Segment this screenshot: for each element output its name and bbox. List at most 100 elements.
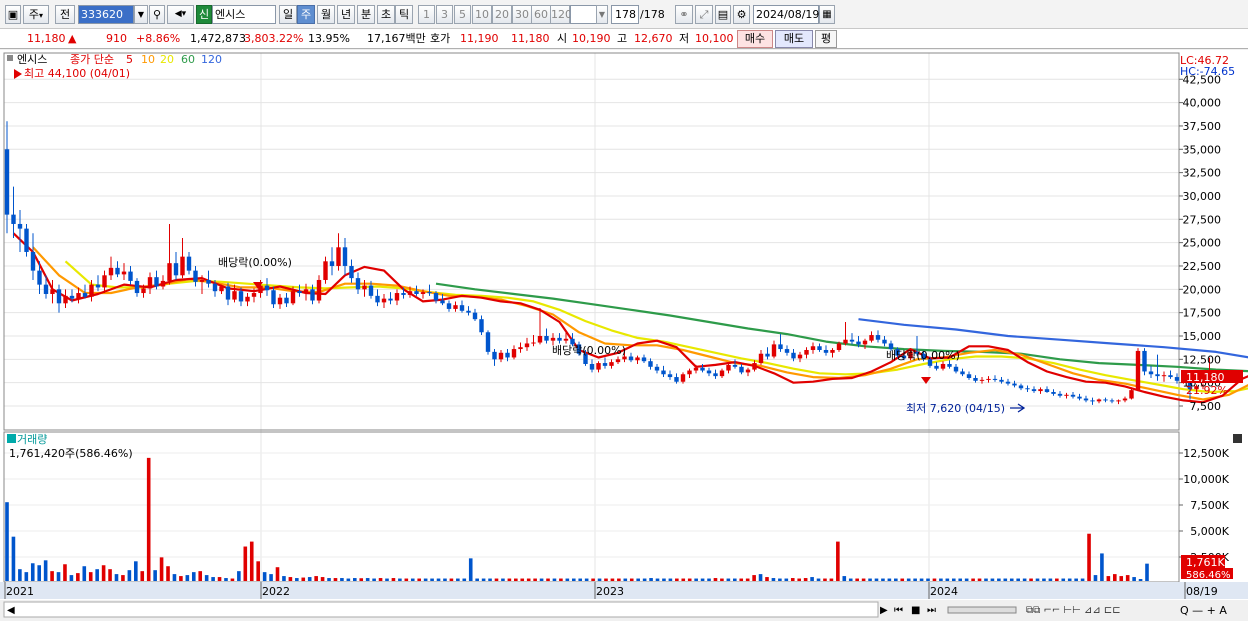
volume-bar: [507, 578, 512, 581]
count-input[interactable]: 178: [611, 5, 639, 24]
volume-bar: [571, 578, 576, 581]
layout-icons[interactable]: ⧉⧉ ⌐⌐ ⊢⊢ ⊿⊿ ⊏⊏: [1026, 605, 1121, 616]
ma-period-label: 10: [141, 53, 155, 66]
interval-tab[interactable]: 30: [512, 5, 532, 24]
volume-bar: [217, 577, 222, 581]
candle-body: [479, 319, 484, 333]
candle-body: [947, 363, 952, 367]
stock-code-input[interactable]: 333620: [78, 5, 134, 24]
volume-bar: [436, 578, 441, 581]
current-price-tag-text: 11,180: [1186, 371, 1225, 384]
interval-tab[interactable]: 3: [436, 5, 453, 24]
candle-body: [388, 298, 393, 301]
volume-bar: [1125, 575, 1130, 581]
gear-icon[interactable]: ⚙: [733, 5, 750, 24]
candle-body: [342, 247, 348, 266]
candle-body: [999, 379, 1004, 382]
scroll-first-icon[interactable]: ⏮: [894, 605, 903, 616]
price-axis: 7,50010,00012,50015,00017,50020,00022,50…: [1179, 73, 1221, 413]
volume-bar: [1022, 578, 1027, 581]
volume-bar: [919, 578, 924, 581]
volume-bar: [552, 578, 557, 581]
horizontal-scrollbar[interactable]: [3, 601, 879, 618]
prev-button[interactable]: 전: [55, 5, 75, 24]
volume-bar: [713, 578, 718, 581]
candle-body: [1155, 374, 1160, 377]
volume-bar: [1093, 575, 1098, 581]
speaker-icon[interactable]: ◀▾: [167, 5, 194, 24]
link-icon[interactable]: ⚭: [675, 5, 693, 24]
candle-body: [596, 363, 601, 370]
calendar-icon[interactable]: ▦: [819, 5, 835, 24]
ma-label: 종가 단순: [70, 53, 114, 66]
date-input[interactable]: 2024/08/19: [753, 5, 819, 24]
candle-body: [1090, 400, 1095, 402]
code-dropdown-icon[interactable]: ▼: [134, 5, 148, 24]
period-tab[interactable]: 일: [279, 5, 297, 24]
volume-bar: [655, 578, 660, 581]
interval-tab[interactable]: 5: [454, 5, 471, 24]
volume-panel-close-icon[interactable]: [1233, 434, 1242, 443]
candle-body: [102, 275, 107, 288]
blank-select-dropdown-icon[interactable]: ▼: [596, 5, 608, 24]
search-icon[interactable]: ⚲: [149, 5, 165, 24]
chart-canvas[interactable]: 7,50010,00012,50015,00017,50020,00022,50…: [0, 50, 1248, 621]
volume-bar: [282, 576, 286, 581]
volume-bar: [732, 578, 737, 581]
quote-strip: 11,180 ▲ 910 +8.86% 1,472,873 3,803.22% …: [0, 29, 1248, 49]
candle-body: [316, 279, 322, 301]
buy-button[interactable]: 매수: [737, 30, 773, 48]
period-tab[interactable]: 년: [337, 5, 355, 24]
up-arrow-icon: ▲: [68, 32, 77, 45]
candle-body: [134, 280, 140, 294]
period-tab[interactable]: 주: [297, 5, 315, 24]
interval-tab[interactable]: 10: [472, 5, 492, 24]
period-tab[interactable]: 분: [357, 5, 375, 24]
interval-tab[interactable]: 20: [492, 5, 512, 24]
market-select[interactable]: 주▾: [23, 5, 49, 24]
candle-body: [953, 366, 959, 372]
zoom-controls-icon[interactable]: Q — + A: [1180, 604, 1227, 617]
volume-bar: [37, 565, 42, 581]
volume-bar: [945, 578, 950, 581]
y-tick-label: 12,500: [1183, 353, 1222, 366]
volume-bar: [707, 578, 711, 581]
volume-bar: [288, 577, 293, 581]
volume-bar: [636, 578, 640, 581]
draw-icon[interactable]: ⤢: [695, 5, 713, 24]
stop-icon[interactable]: ■: [911, 605, 920, 616]
volume-bar: [797, 578, 802, 581]
candle-body: [290, 291, 296, 304]
volume-bar: [352, 578, 357, 581]
volume-bar: [997, 578, 1001, 581]
evaluate-button[interactable]: 평: [815, 30, 837, 48]
save-icon[interactable]: ▤: [715, 5, 731, 24]
period-tab[interactable]: 월: [317, 5, 335, 24]
candle-body: [492, 351, 497, 360]
volume-bar: [249, 541, 254, 581]
volume-bar: [514, 578, 518, 581]
candle-body: [141, 288, 146, 294]
sell-button[interactable]: 매도: [775, 30, 813, 48]
volume-bar: [307, 577, 312, 581]
period-tab[interactable]: 초: [377, 5, 395, 24]
scroll-left-icon[interactable]: ◀: [7, 605, 15, 616]
candle-body: [992, 378, 998, 380]
scroll-last-icon[interactable]: ⏭: [927, 605, 936, 616]
scroll-right-icon[interactable]: ▶: [880, 605, 888, 616]
pct-tag-text: 21.92%: [1186, 384, 1228, 397]
interval-tab[interactable]: 60: [531, 5, 551, 24]
ma-period-label: 120: [201, 53, 222, 66]
interval-tab[interactable]: 1: [418, 5, 435, 24]
window-menu-icon[interactable]: ▣: [5, 5, 21, 24]
interval-tab[interactable]: 120: [550, 5, 572, 24]
volume-bar: [861, 578, 866, 581]
candle-body: [1051, 391, 1056, 394]
zoom-slider[interactable]: [947, 606, 1017, 614]
volume-bar: [82, 566, 87, 581]
candle-body: [836, 343, 842, 350]
period-tab[interactable]: 틱: [395, 5, 413, 24]
stock-name-field[interactable]: 엔시스: [212, 5, 276, 24]
volume-bar: [468, 558, 473, 581]
volume-bar: [462, 578, 467, 581]
